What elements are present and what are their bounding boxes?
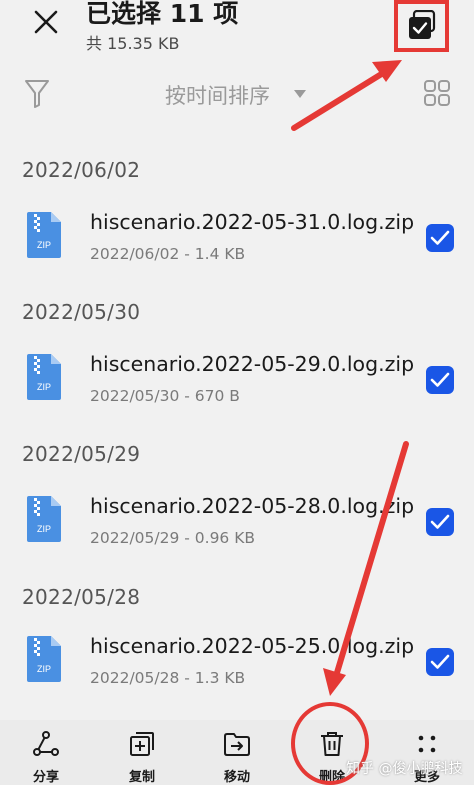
svg-text:ZIP: ZIP — [37, 664, 51, 674]
chevron-down-icon[interactable] — [294, 90, 306, 98]
file-name: hiscenario.2022-05-28.0.log.zip — [90, 494, 415, 518]
file-row[interactable]: ZIP hiscenario.2022-05-28.0.log.zip 2022… — [0, 494, 474, 568]
date-group-header: 2022/05/30 — [22, 300, 141, 324]
zip-file-icon: ZIP — [27, 496, 61, 542]
more-icon — [418, 735, 436, 753]
sort-dropdown[interactable]: 按时间排序 — [165, 80, 270, 110]
date-group-header: 2022/05/28 — [22, 585, 141, 609]
select-all-highlight — [394, 0, 449, 52]
file-name: hiscenario.2022-05-25.0.log.zip — [90, 634, 415, 658]
move-folder-icon — [224, 733, 250, 756]
svg-text:ZIP: ZIP — [37, 240, 51, 250]
file-meta: 2022/05/30 - 670 B — [90, 387, 240, 405]
checkbox[interactable] — [426, 508, 454, 536]
check-icon — [430, 514, 450, 529]
checkbox[interactable] — [426, 648, 454, 676]
file-meta: 2022/05/28 - 1.3 KB — [90, 669, 246, 687]
share-label: 分享 — [32, 770, 59, 785]
share-icon — [33, 731, 59, 756]
selection-count-title: 已选择 11 项 — [86, 0, 239, 28]
move-button[interactable]: 移动 — [202, 720, 272, 785]
zip-file-icon: ZIP — [27, 354, 61, 400]
selection-total-size: 共 15.35 KB — [86, 34, 180, 53]
file-row[interactable]: ZIP hiscenario.2022-05-31.0.log.zip 2022… — [0, 210, 474, 284]
filter-icon[interactable] — [24, 78, 50, 110]
file-row[interactable]: ZIP hiscenario.2022-05-29.0.log.zip 2022… — [0, 352, 474, 426]
date-group-header: 2022/05/29 — [22, 442, 141, 466]
check-icon — [430, 372, 450, 387]
check-icon — [430, 230, 450, 245]
share-button[interactable]: 分享 — [11, 720, 81, 785]
copy-label: 复制 — [128, 770, 155, 785]
file-name: hiscenario.2022-05-31.0.log.zip — [90, 210, 415, 234]
selection-header: 已选择 11 项 共 15.35 KB — [0, 0, 474, 70]
list-toolbar: 按时间排序 — [0, 76, 474, 116]
copy-icon — [130, 732, 154, 756]
select-all-icon[interactable] — [408, 10, 436, 40]
zip-file-icon: ZIP — [27, 212, 61, 258]
close-icon[interactable] — [28, 4, 64, 40]
file-row[interactable]: ZIP hiscenario.2022-05-25.0.log.zip 2022… — [0, 634, 474, 708]
checkbox[interactable] — [426, 224, 454, 252]
watermark-text: 知乎 @俊小鹏科技 — [346, 761, 463, 777]
move-label: 移动 — [223, 770, 250, 785]
svg-text:ZIP: ZIP — [37, 524, 51, 534]
grid-view-icon[interactable] — [424, 80, 450, 106]
check-icon — [430, 654, 450, 669]
file-meta: 2022/05/29 - 0.96 KB — [90, 529, 256, 547]
date-group-header: 2022/06/02 — [22, 158, 141, 182]
file-name: hiscenario.2022-05-29.0.log.zip — [90, 352, 415, 376]
zip-file-icon: ZIP — [27, 636, 61, 682]
svg-text:ZIP: ZIP — [37, 382, 51, 392]
checkbox[interactable] — [426, 366, 454, 394]
file-meta: 2022/06/02 - 1.4 KB — [90, 245, 246, 263]
copy-button[interactable]: 复制 — [107, 720, 177, 785]
